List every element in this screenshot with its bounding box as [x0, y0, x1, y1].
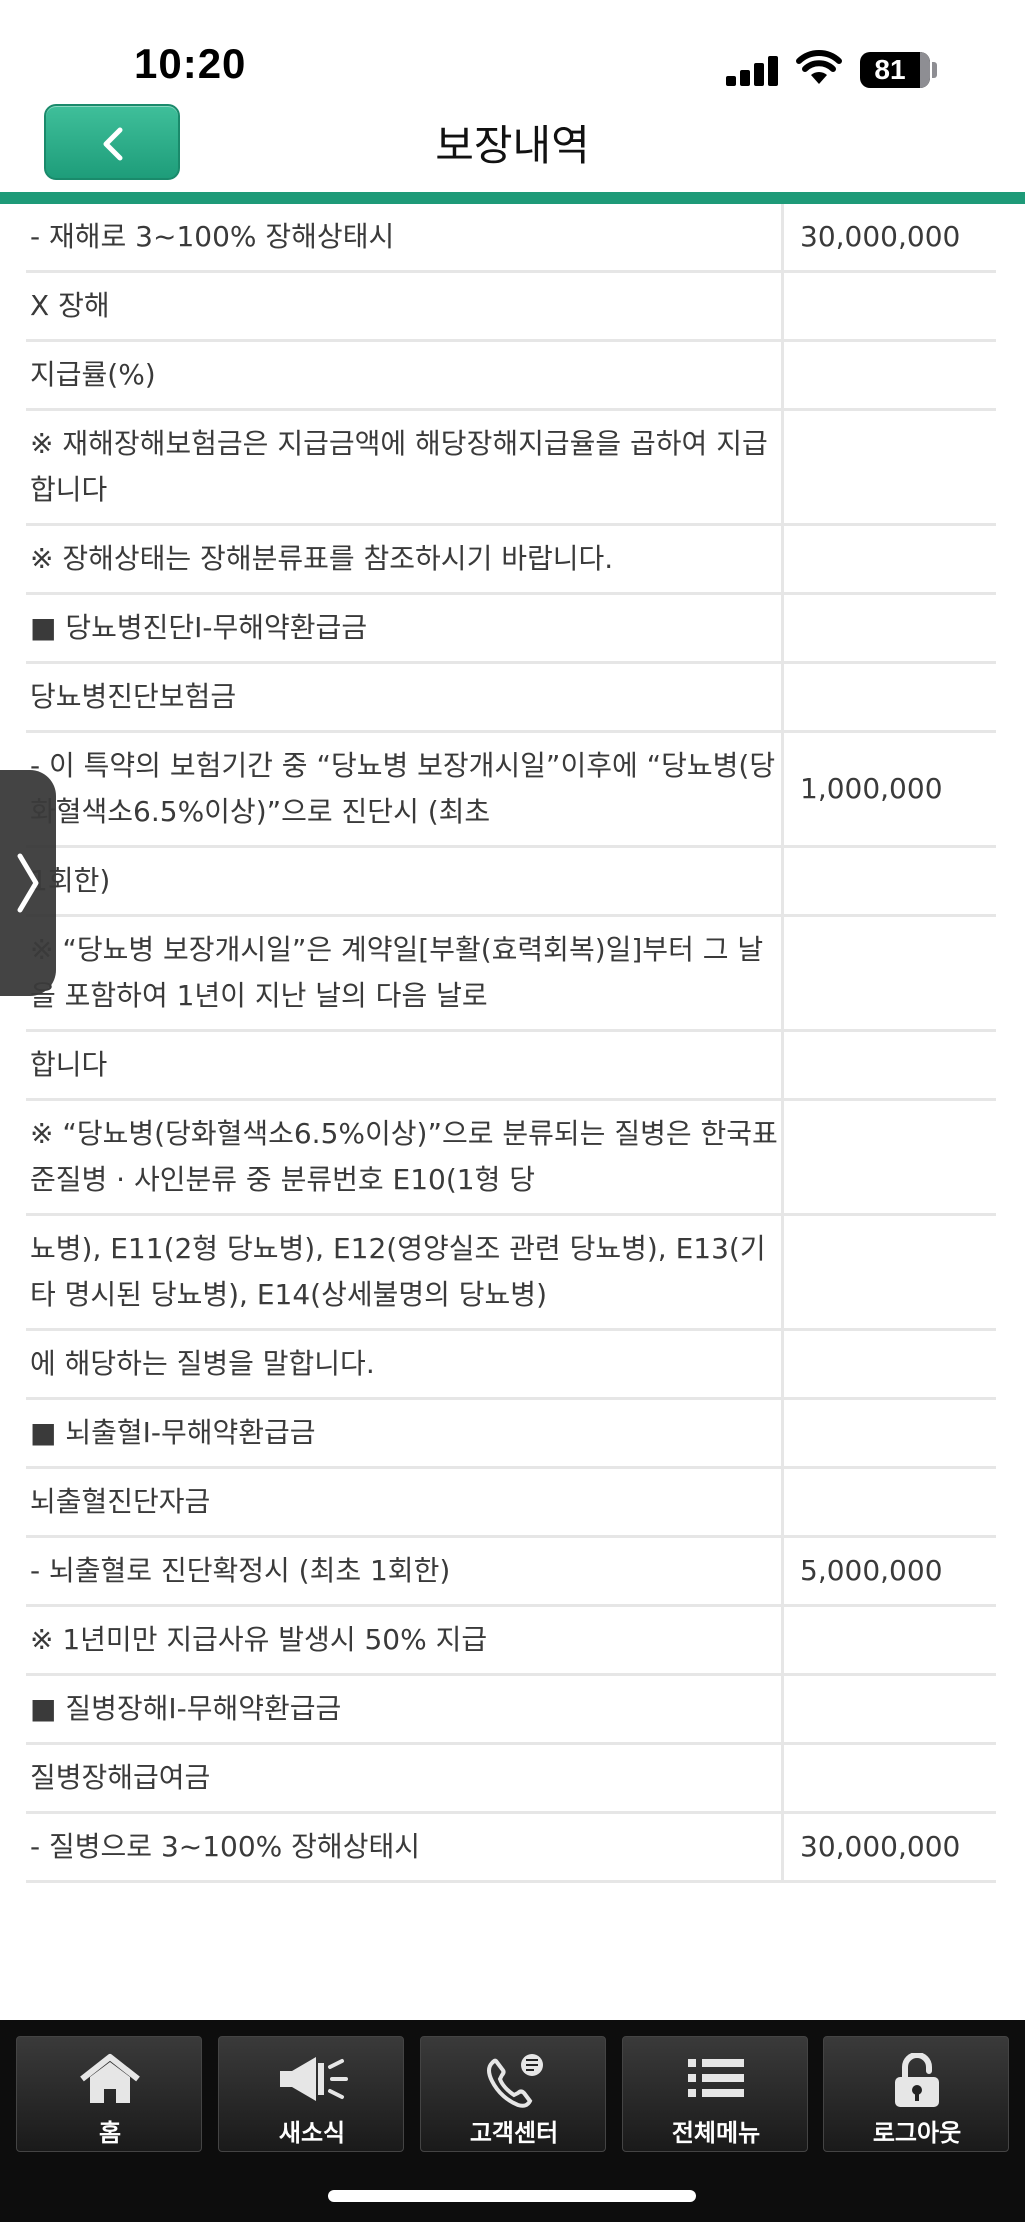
coverage-description: 에 해당하는 질병을 말합니다.: [26, 1331, 784, 1397]
header: 보장내역: [0, 100, 1025, 192]
status-time: 10:20: [134, 40, 247, 87]
home-icon: [17, 2053, 203, 2109]
table-row: 에 해당하는 질병을 말합니다.: [26, 1331, 996, 1400]
chevron-right-icon: [17, 853, 39, 913]
coverage-amount: [784, 848, 996, 914]
table-row: X 장해: [26, 273, 996, 342]
table-row: - 재해로 3~100% 장해상태시 30,000,000: [26, 204, 996, 273]
table-row: ※ “당뇨병(당화혈색소6.5%이상)”으로 분류되는 질병은 한국표준질병 ·…: [26, 1101, 996, 1216]
table-row: - 이 특약의 보험기간 중 “당뇨병 보장개시일”이후에 “당뇨병(당화혈색소…: [26, 733, 996, 848]
coverage-amount: 30,000,000: [800, 220, 961, 253]
coverage-amount: [784, 595, 996, 661]
coverage-description: - 뇌출혈로 진단확정시 (최초 1회한): [26, 1538, 784, 1604]
coverage-amount: 1,000,000: [800, 772, 943, 805]
page-title: 보장내역: [435, 121, 590, 170]
nav-logout-button[interactable]: 로그아웃: [823, 2036, 1009, 2152]
nav-home-label: 홈: [98, 2119, 122, 2147]
nav-home-button[interactable]: 홈: [16, 2036, 202, 2152]
header-divider: [0, 192, 1025, 204]
table-row: - 질병으로 3~100% 장해상태시 30,000,000: [26, 1814, 996, 1883]
coverage-description: 합니다: [26, 1032, 784, 1098]
coverage-amount: [784, 1331, 996, 1397]
table-row: ■ 뇌출혈I-무해약환급금: [26, 1400, 996, 1469]
coverage-amount: [784, 1676, 996, 1742]
coverage-amount: 30,000,000: [800, 1830, 961, 1863]
coverage-amount: [784, 526, 996, 592]
coverage-amount: [784, 273, 996, 339]
coverage-description: 뇨병), E11(2형 당뇨병), E12(영양실조 관련 당뇨병), E13(…: [26, 1216, 784, 1328]
coverage-description: ■ 질병장해I-무해약환급금: [26, 1676, 784, 1742]
megaphone-icon: [219, 2053, 405, 2109]
table-row: 1회한): [26, 848, 996, 917]
battery-level: 81: [874, 54, 906, 85]
coverage-description: 지급률(%): [26, 342, 784, 408]
nav-full-menu-label: 전체메뉴: [671, 2119, 761, 2147]
cellular-signal-icon: [726, 56, 782, 86]
coverage-description: ※ 장해상태는 장해분류표를 참조하시기 바랍니다.: [26, 526, 784, 592]
table-row: 뇌출혈진단자금: [26, 1469, 996, 1538]
nav-full-menu-button[interactable]: 전체메뉴: [622, 2036, 808, 2152]
coverage-amount: [784, 1216, 996, 1328]
table-row: ■ 질병장해I-무해약환급금: [26, 1676, 996, 1745]
coverage-amount: [784, 1032, 996, 1098]
nav-customer-center-button[interactable]: 고객센터: [420, 2036, 606, 2152]
table-row: ※ 장해상태는 장해분류표를 참조하시기 바랍니다.: [26, 526, 996, 595]
coverage-description: ※ “당뇨병(당화혈색소6.5%이상)”으로 분류되는 질병은 한국표준질병 ·…: [26, 1101, 784, 1213]
table-row: ※ 재해장해보험금은 지급금액에 해당장해지급율을 곱하여 지급합니다: [26, 411, 996, 526]
table-row: ※ “당뇨병 보장개시일”은 계약일[부활(효력회복)일]부터 그 날을 포함하…: [26, 917, 996, 1032]
side-drawer-handle[interactable]: [0, 770, 56, 996]
coverage-description: ※ 1년미만 지급사유 발생시 50% 지급: [26, 1607, 784, 1673]
phone-icon: [421, 2053, 607, 2109]
coverage-amount: [784, 1745, 996, 1811]
coverage-amount: [784, 917, 996, 1029]
table-row: 지급률(%): [26, 342, 996, 411]
coverage-amount: 5,000,000: [800, 1554, 943, 1587]
coverage-description: 1회한): [26, 848, 784, 914]
coverage-description: - 이 특약의 보험기간 중 “당뇨병 보장개시일”이후에 “당뇨병(당화혈색소…: [26, 733, 784, 845]
table-row: ※ 1년미만 지급사유 발생시 50% 지급: [26, 1607, 996, 1676]
nav-news-label: 새소식: [278, 2119, 346, 2147]
coverage-amount: [784, 1400, 996, 1466]
coverage-description: ■ 뇌출혈I-무해약환급금: [26, 1400, 784, 1466]
coverage-amount: [784, 664, 996, 730]
nav-customer-center-label: 고객센터: [469, 2119, 559, 2147]
coverage-amount: [784, 411, 996, 523]
coverage-description: 당뇨병진단보험금: [26, 664, 784, 730]
coverage-table[interactable]: - 재해로 3~100% 장해상태시 30,000,000 X 장해 지급률(%) ※ …: [0, 204, 1025, 2020]
battery-icon: 81: [860, 52, 930, 88]
lock-icon: [824, 2053, 1010, 2109]
table-row: ■ 당뇨병진단I-무해약환급금: [26, 595, 996, 664]
wifi-icon: [796, 50, 842, 86]
coverage-description: 질병장해급여금: [26, 1745, 784, 1811]
coverage-amount: [784, 342, 996, 408]
status-bar: 10:20 81: [0, 0, 1025, 100]
nav-logout-label: 로그아웃: [872, 2119, 962, 2147]
table-row: 당뇨병진단보험금: [26, 664, 996, 733]
coverage-description: - 재해로 3~100% 장해상태시: [26, 204, 784, 270]
coverage-description: X 장해: [26, 273, 784, 339]
coverage-description: - 질병으로 3~100% 장해상태시: [26, 1814, 784, 1880]
coverage-description: ■ 당뇨병진단I-무해약환급금: [26, 595, 784, 661]
table-row: 뇨병), E11(2형 당뇨병), E12(영양실조 관련 당뇨병), E13(…: [26, 1216, 996, 1331]
menu-list-icon: [623, 2053, 809, 2109]
table-row: - 뇌출혈로 진단확정시 (최초 1회한) 5,000,000: [26, 1538, 996, 1607]
coverage-description: ※ 재해장해보험금은 지급금액에 해당장해지급율을 곱하여 지급합니다: [26, 411, 784, 523]
home-indicator: [328, 2190, 696, 2202]
coverage-amount: [784, 1607, 996, 1673]
coverage-amount: [784, 1469, 996, 1535]
nav-news-button[interactable]: 새소식: [218, 2036, 404, 2152]
table-row: 합니다: [26, 1032, 996, 1101]
coverage-amount: [784, 1101, 996, 1213]
coverage-description: ※ “당뇨병 보장개시일”은 계약일[부활(효력회복)일]부터 그 날을 포함하…: [26, 917, 784, 1029]
coverage-description: 뇌출혈진단자금: [26, 1469, 784, 1535]
table-row: 질병장해급여금: [26, 1745, 996, 1814]
